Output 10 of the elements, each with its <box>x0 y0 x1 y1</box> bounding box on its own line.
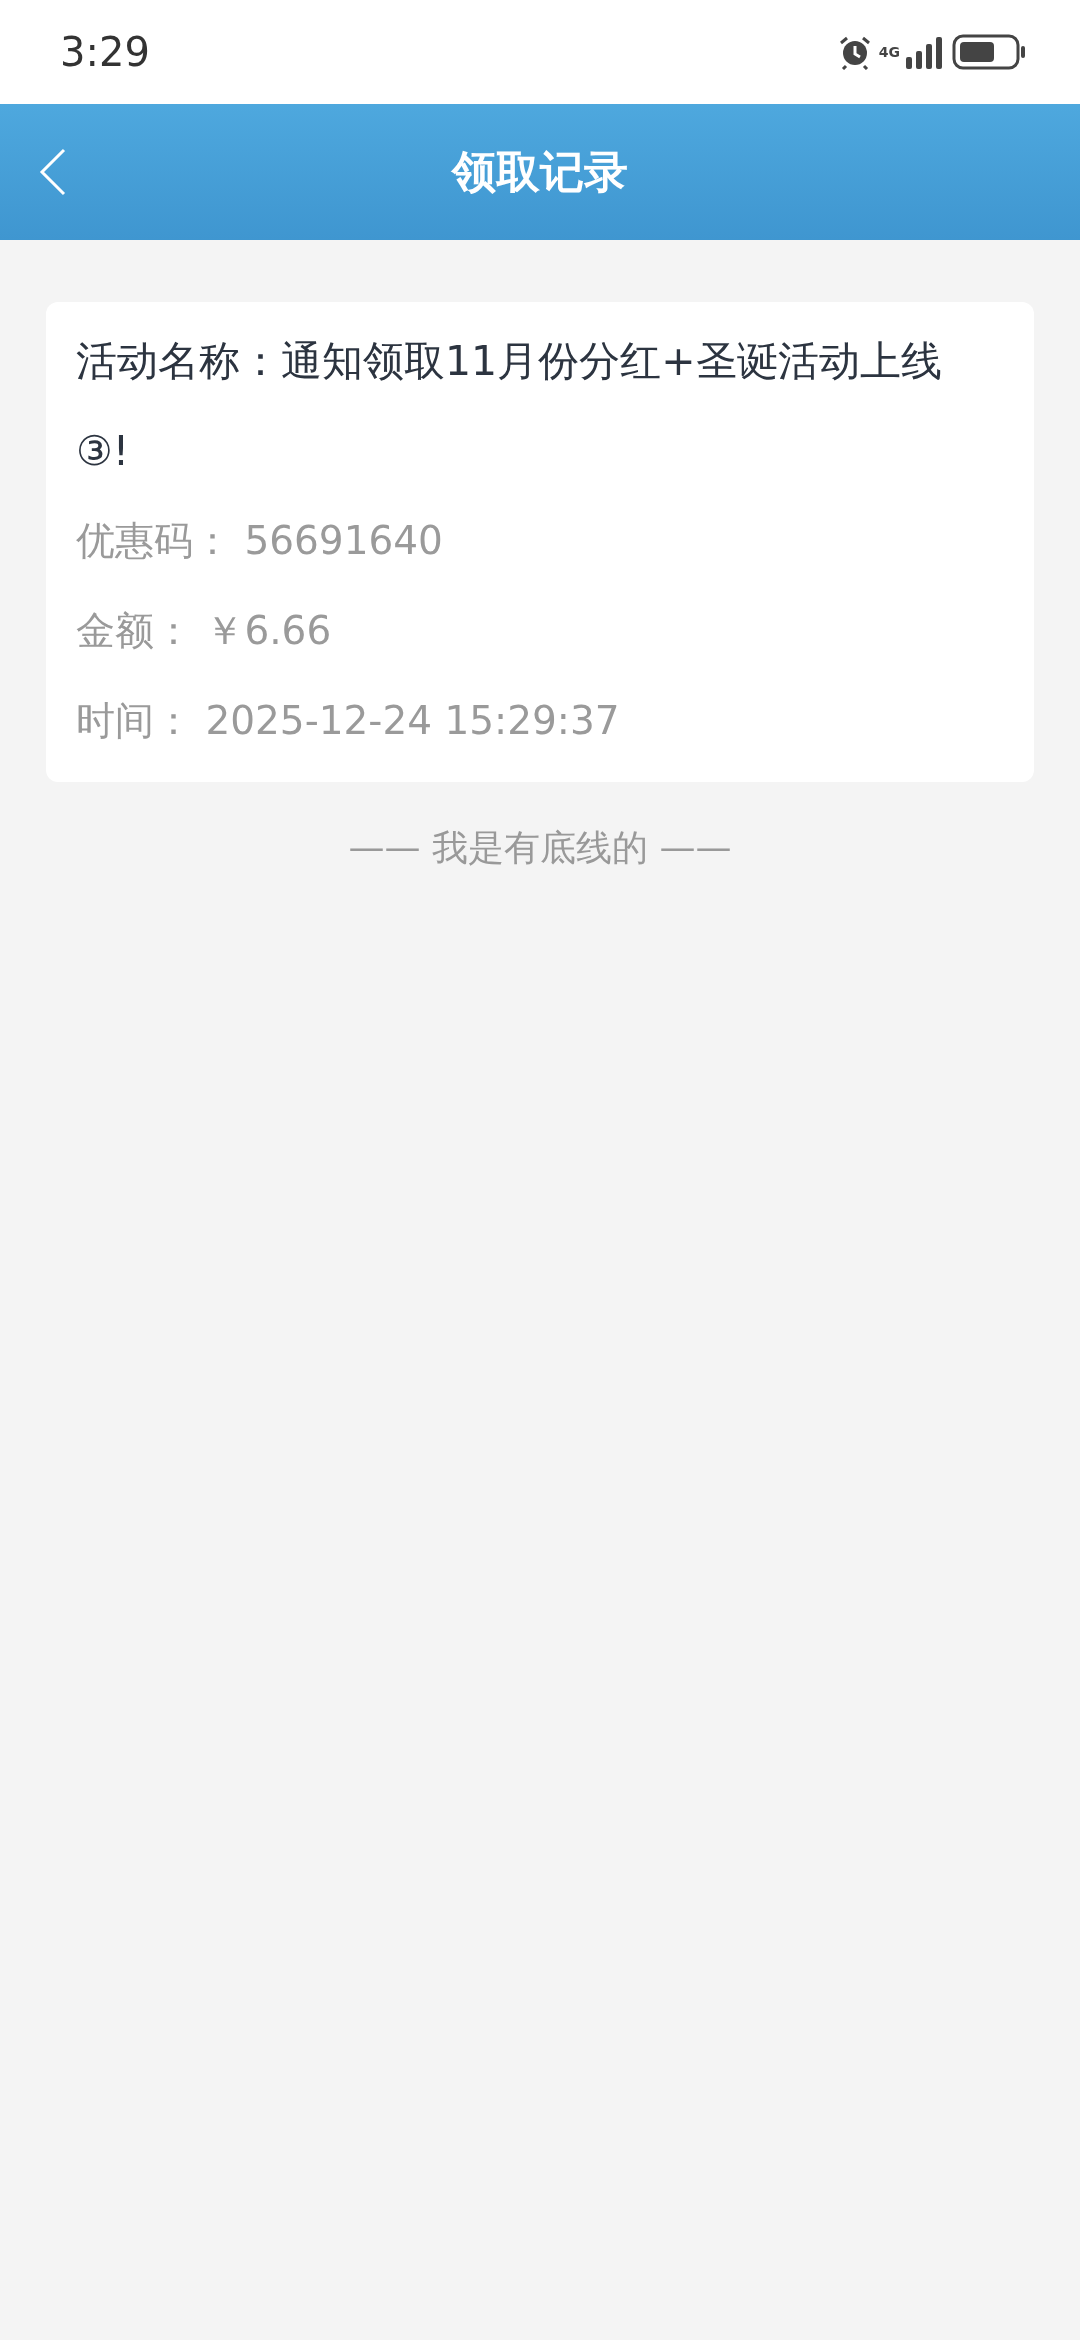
back-icon[interactable] <box>38 147 68 197</box>
network-label: 4G <box>878 44 900 60</box>
record-field: 优惠码： 56691640 <box>76 496 944 586</box>
battery-icon <box>952 34 1026 70</box>
activity-name: 活动名称：通知领取11月份分红+圣诞活动上线③! <box>76 336 943 477</box>
record-field: 时间： 2025-12-24 15:29:37 <box>76 676 944 766</box>
page-title: 领取记录 <box>452 144 628 199</box>
record-field: 金额： ￥6.66 <box>76 586 944 676</box>
end-of-list-text: —— 我是有底线的 —— <box>347 826 733 870</box>
status-time: 3:29 <box>60 29 150 75</box>
